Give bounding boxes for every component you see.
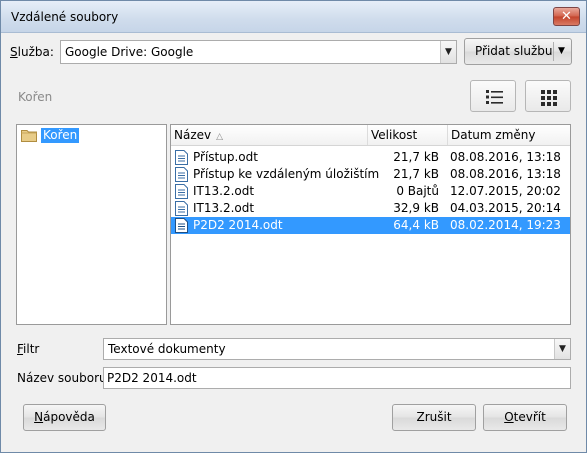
file-size: 21,7 kB	[393, 167, 439, 181]
list-view-icon	[486, 90, 503, 104]
file-date: 04.03.2015, 20:14	[450, 201, 561, 215]
file-date: 08.02.2014, 19:23	[450, 218, 561, 232]
folder-icon	[21, 130, 37, 142]
file-date: 08.08.2016, 13:18	[450, 167, 561, 181]
file-name: Přístup ke vzdáleným úložištím	[193, 167, 380, 181]
service-label: Služba:	[10, 45, 54, 59]
tree-item-label: Kořen	[41, 128, 80, 143]
document-icon	[175, 201, 188, 216]
chevron-down-icon[interactable]: ▼	[558, 39, 565, 64]
grid-view-button[interactable]	[525, 80, 571, 112]
file-size: 21,7 kB	[393, 150, 439, 164]
open-button[interactable]: Otevřít	[483, 404, 567, 431]
table-row[interactable]: Přístup ke vzdáleným úložištím 21,7 kB 0…	[171, 166, 570, 183]
grid-view-icon	[541, 90, 557, 106]
document-icon	[175, 218, 188, 233]
filter-value: Textové dokumenty	[108, 342, 226, 356]
file-list-header: Název △ Velikost Datum změny	[171, 125, 570, 146]
list-view-button[interactable]	[470, 80, 516, 112]
dialog-title: Vzdálené soubory	[11, 10, 119, 24]
filter-combobox[interactable]: Textové dokumenty ▼	[103, 338, 571, 360]
file-name: IT13.2.odt	[193, 184, 255, 198]
file-name: IT13.2.odt	[193, 201, 255, 215]
file-size: 32,9 kB	[393, 201, 439, 215]
sort-ascending-icon: △	[216, 132, 224, 142]
file-name: Přístup.odt	[193, 150, 258, 164]
table-row[interactable]: Přístup.odt 21,7 kB 08.08.2016, 13:18	[171, 149, 570, 166]
document-icon	[175, 184, 188, 199]
document-icon	[175, 167, 188, 182]
chevron-down-icon[interactable]: ▼	[440, 41, 456, 63]
column-header-name[interactable]: Název △	[171, 125, 368, 145]
chevron-down-icon[interactable]: ▼	[554, 339, 570, 359]
filename-input[interactable]: P2D2 2014.odt	[103, 367, 571, 389]
close-button[interactable]: ✕	[553, 7, 580, 26]
table-row[interactable]: IT13.2.odt 32,9 kB 04.03.2015, 20:14	[171, 200, 570, 217]
document-icon	[175, 150, 188, 165]
service-combobox[interactable]: Google Drive: Google ▼	[60, 40, 457, 64]
filter-label: Filtr	[17, 342, 40, 356]
table-row[interactable]: IT13.2.odt 0 Bajtů 12.07.2015, 20:02	[171, 183, 570, 200]
file-size: 0 Bajtů	[396, 184, 439, 198]
breadcrumb[interactable]: Kořen	[18, 90, 52, 104]
filename-label: Název souboru	[17, 371, 107, 385]
column-header-size[interactable]: Velikost	[368, 125, 448, 145]
close-icon: ✕	[561, 9, 572, 24]
add-service-label: Přidat službu	[475, 44, 553, 58]
help-button[interactable]: Nápověda	[23, 404, 106, 431]
file-date: 12.07.2015, 20:02	[450, 184, 561, 198]
add-service-button[interactable]: Přidat službu ▼	[464, 38, 572, 65]
table-row-selected[interactable]: P2D2 2014.odt 64,4 kB 08.02.2014, 19:23	[171, 217, 570, 234]
file-list[interactable]: Název △ Velikost Datum změny Přístup.odt …	[170, 124, 571, 325]
file-name: P2D2 2014.odt	[193, 218, 283, 232]
title-bar: Vzdálené soubory ✕	[1, 1, 586, 33]
button-divider	[553, 42, 554, 61]
file-date: 08.08.2016, 13:18	[450, 150, 561, 164]
service-value: Google Drive: Google	[65, 45, 194, 59]
folder-tree[interactable]: Kořen	[16, 124, 167, 325]
file-size: 64,4 kB	[393, 218, 439, 232]
filename-value: P2D2 2014.odt	[107, 371, 197, 385]
remote-files-dialog: Vzdálené soubory ✕ Služba: Google Drive:…	[0, 0, 587, 453]
column-header-date[interactable]: Datum změny	[448, 125, 570, 145]
cancel-button[interactable]: Zrušit	[392, 404, 476, 431]
